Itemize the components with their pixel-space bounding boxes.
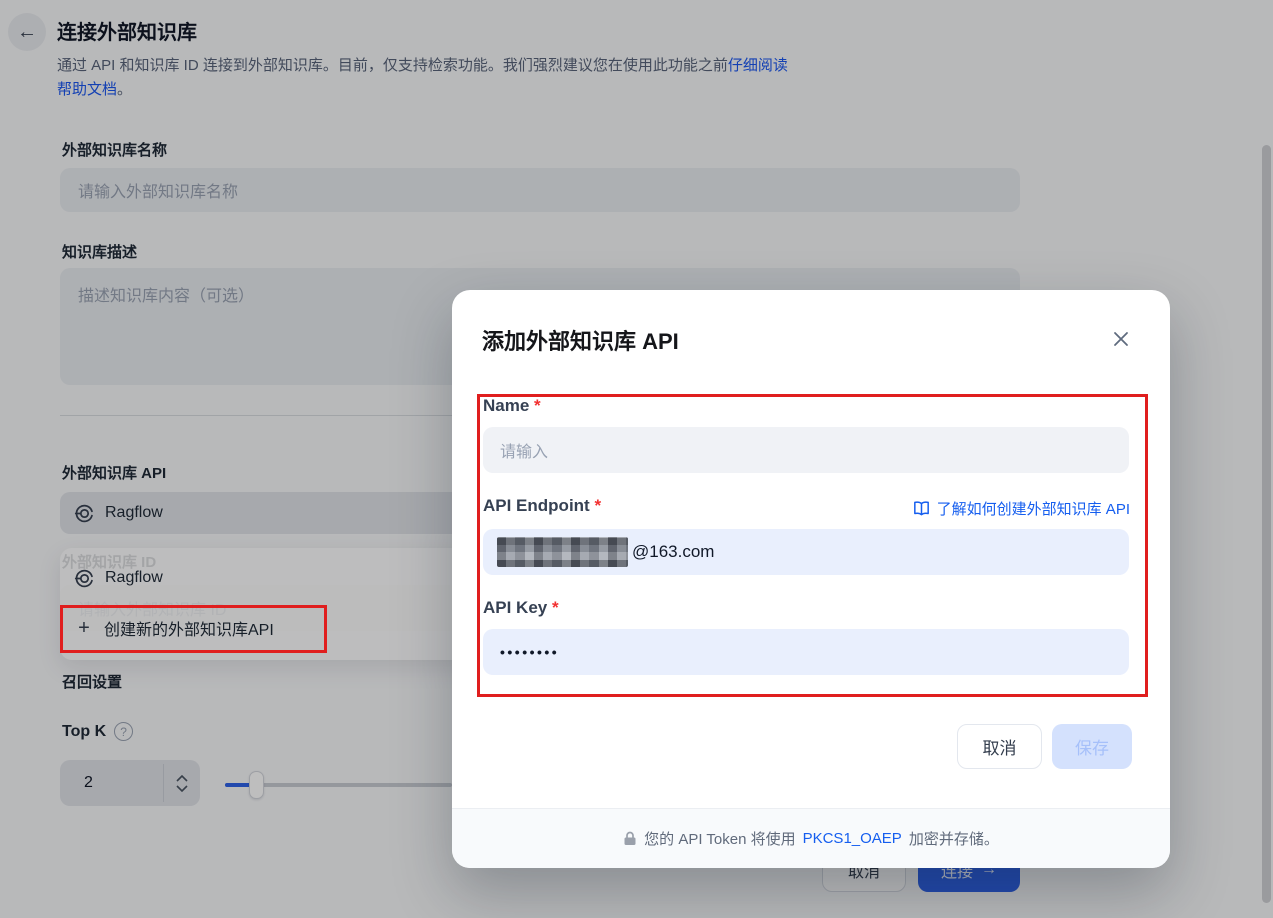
footer-text-1: 您的 API Token 将使用 [644, 831, 796, 848]
api-key-label-text: API Key [483, 598, 548, 617]
api-key-label: API Key * [483, 598, 559, 618]
modal-footer: 您的 API Token 将使用 PKCS1_OAEP 加密并存储。 [452, 808, 1170, 868]
close-icon [1114, 332, 1128, 346]
required-asterisk: * [551, 598, 559, 617]
name-label-text: Name [483, 396, 530, 415]
endpoint-input[interactable]: @163.com [483, 529, 1129, 575]
book-icon [913, 501, 929, 516]
endpoint-help-link-text: 了解如何创建外部知识库 API [936, 501, 1130, 518]
modal-title: 添加外部知识库 API [482, 329, 679, 354]
footer-text-2: 加密并存储。 [908, 831, 999, 848]
name-input[interactable]: 请输入 [483, 427, 1129, 473]
close-button[interactable] [1108, 326, 1134, 352]
modal-save-button[interactable]: 保存 [1052, 724, 1132, 769]
endpoint-help-link[interactable]: 了解如何创建外部知识库 API [913, 498, 1130, 519]
required-asterisk: * [594, 496, 602, 515]
endpoint-value-suffix: @163.com [632, 542, 715, 561]
modal-cancel-button[interactable]: 取消 [957, 724, 1042, 769]
pkcs1-oaep-link[interactable]: PKCS1_OAEP [803, 830, 902, 847]
redacted-email-blur [497, 537, 628, 567]
screen: ← 连接外部知识库 通过 API 和知识库 ID 连接到外部知识库。目前，仅支持… [0, 0, 1273, 918]
lock-icon [624, 831, 636, 845]
endpoint-label-text: API Endpoint [483, 496, 590, 515]
endpoint-label: API Endpoint * [483, 496, 601, 516]
api-key-input[interactable]: •••••••• [483, 629, 1129, 675]
api-key-masked-value: •••••••• [500, 644, 560, 660]
required-asterisk: * [534, 396, 541, 415]
name-placeholder: 请输入 [500, 444, 549, 461]
name-label: Name * [483, 396, 541, 416]
add-external-kb-api-modal: 添加外部知识库 API Name * 请输入 API Endpoint * 了解… [452, 290, 1170, 868]
